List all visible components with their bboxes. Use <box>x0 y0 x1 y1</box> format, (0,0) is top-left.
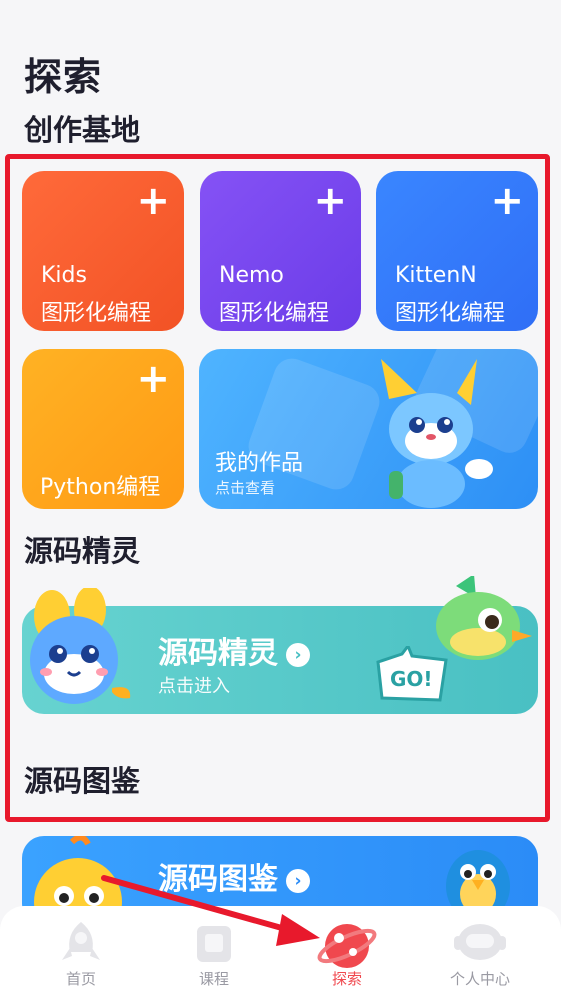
source-guide-title-text: 源码图鉴 <box>158 862 278 897</box>
plus-icon: + <box>136 356 170 402</box>
tab-profile[interactable]: 个人中心 <box>410 906 550 996</box>
planet-icon <box>317 924 377 968</box>
green-bird-mascot-icon <box>436 576 532 660</box>
tab-home[interactable]: 首页 <box>11 906 151 996</box>
tile-title: KittenN <box>395 263 477 288</box>
section-title-sprite: 源码精灵 <box>24 534 141 568</box>
bottom-tab-bar: 首页 课程 探索 个人中心 <box>0 906 561 996</box>
section-title-creation: 创作基地 <box>24 113 141 147</box>
tab-label: 个人中心 <box>449 970 510 988</box>
tile-subtitle: 图形化编程 <box>395 301 506 326</box>
source-guide-title: 源码图鉴 › <box>158 854 310 898</box>
tab-label: 课程 <box>198 970 229 988</box>
kittenn-tile[interactable]: + KittenN 图形化编程 <box>376 171 538 331</box>
my-works-card[interactable]: 我的作品 点击查看 <box>199 349 538 509</box>
my-works-subtitle: 点击查看 <box>215 479 276 497</box>
section-title-guide: 源码图鉴 <box>24 764 141 798</box>
tab-label: 首页 <box>65 970 96 988</box>
tile-subtitle: 图形化编程 <box>219 301 330 326</box>
tile-title: Nemo <box>219 263 284 288</box>
plus-icon: + <box>136 178 170 224</box>
source-sprite-title: 源码精灵 › <box>158 628 310 672</box>
plus-icon: + <box>490 178 524 224</box>
tab-courses[interactable]: 课程 <box>144 906 284 996</box>
blue-sprite-mascot-icon <box>30 588 131 704</box>
chevron-right-icon: › <box>286 642 310 667</box>
nemo-tile[interactable]: + Nemo 图形化编程 <box>200 171 361 331</box>
python-tile[interactable]: + Python编程 <box>22 349 184 509</box>
my-works-title: 我的作品 <box>215 451 304 476</box>
tab-explore[interactable]: 探索 <box>277 906 417 996</box>
page-title: 探索 <box>24 55 103 99</box>
chevron-right-icon: › <box>286 868 310 893</box>
source-sprite-subtitle: 点击进入 <box>158 676 230 697</box>
tile-title: Python编程 <box>40 475 161 500</box>
book-icon <box>197 926 231 962</box>
tab-label: 探索 <box>331 970 362 988</box>
kids-tile[interactable]: + Kids 图形化编程 <box>22 171 184 331</box>
tile-title: Kids <box>41 263 87 288</box>
tile-subtitle: 图形化编程 <box>41 301 152 326</box>
source-sprite-banner[interactable]: 源码精灵 › 点击进入 GO! <box>22 576 538 714</box>
robot-icon <box>454 924 506 960</box>
plus-icon: + <box>313 178 347 224</box>
source-sprite-title-text: 源码精灵 <box>158 636 278 671</box>
rocket-icon <box>62 922 100 960</box>
bunny-mascot-icon <box>381 359 493 508</box>
